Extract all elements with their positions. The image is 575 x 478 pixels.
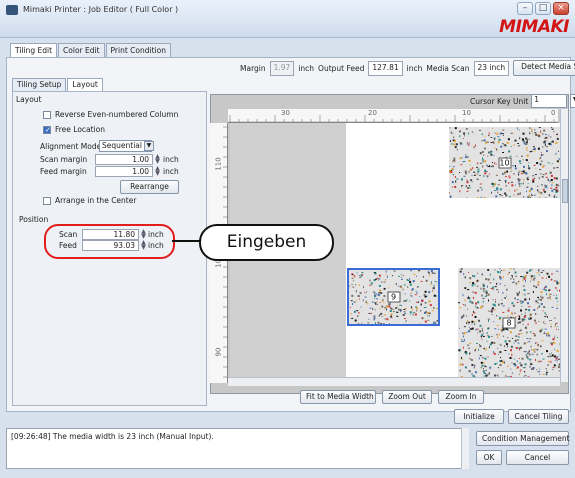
scan-margin-input[interactable]: 1.00 <box>95 154 153 165</box>
alignment-mode-select[interactable]: Sequential ▼ <box>99 140 154 152</box>
status-log-scrollbar[interactable] <box>461 428 469 469</box>
ruler-top-label: 30 <box>281 109 290 117</box>
printer-app-icon <box>6 5 18 15</box>
cancel-tiling-button[interactable]: Cancel Tiling <box>508 409 569 424</box>
feed-margin-label: Feed margin <box>40 167 87 176</box>
fit-to-media-width-button[interactable]: Fit to Media Width <box>300 390 376 404</box>
status-message: [09:26:48] The media width is 23 inch (M… <box>11 432 214 441</box>
alignment-mode-label: Alignment Mode <box>40 142 102 151</box>
zoom-out-button[interactable]: Zoom Out <box>382 390 432 404</box>
cursor-key-dropdown[interactable]: ▼ <box>570 94 575 108</box>
tab-color-edit[interactable]: Color Edit <box>58 43 105 58</box>
cancel-button[interactable]: Cancel <box>506 450 569 465</box>
tile-number: 9 <box>387 291 400 303</box>
reverse-even-checkbox[interactable] <box>43 111 51 119</box>
reverse-even-label: Reverse Even-numbered Column <box>55 110 179 119</box>
preview-horizontal-scrollbar[interactable] <box>228 377 560 386</box>
media-scan-label: Media Scan <box>426 63 470 73</box>
media-info-row: Margin 1.97 inch Output Feed 127.81 inch… <box>240 60 575 76</box>
position-group-title: Position <box>19 215 49 224</box>
free-location-label: Free Location <box>55 125 106 134</box>
margin-unit: inch <box>298 63 315 73</box>
minimize-button[interactable]: – <box>517 2 533 15</box>
layout-group-title: Layout <box>16 95 42 104</box>
feed-margin-stepper[interactable]: ▲ ▼ <box>154 166 161 177</box>
ruler-left-label: 90 <box>214 347 223 357</box>
tile-number: 10 <box>498 157 511 168</box>
margin-field: 1.97 <box>269 60 295 76</box>
scan-margin-stepper[interactable]: ▲ ▼ <box>154 154 161 165</box>
media-scan-field[interactable]: 23 inch <box>473 60 510 76</box>
margin-label: Margin <box>240 63 266 73</box>
zoom-in-button[interactable]: Zoom In <box>438 390 484 404</box>
ok-button[interactable]: OK <box>476 450 502 465</box>
tab-print-condition[interactable]: Print Condition <box>105 43 171 58</box>
scan-margin-unit: inch <box>163 155 179 164</box>
scrollbar-thumb[interactable] <box>562 179 568 203</box>
ruler-top-label: 0 <box>551 109 556 117</box>
output-feed-label: Output Feed <box>318 63 365 73</box>
free-location-checkbox[interactable] <box>43 126 51 134</box>
preview-vertical-scrollbar[interactable] <box>560 109 568 382</box>
tile-10[interactable]: 10 <box>449 127 560 198</box>
output-feed-field[interactable]: 127.81 <box>368 60 403 76</box>
arrange-center-checkbox[interactable] <box>43 197 51 205</box>
tile-number: 8 <box>502 317 516 329</box>
tile-8[interactable]: 8 <box>458 268 560 378</box>
main-tabs: Tiling Edit Color Edit Print Condition <box>10 43 171 59</box>
callout-bubble: Eingeben <box>199 224 334 261</box>
close-button[interactable]: × <box>553 2 569 15</box>
sub-tabs: Tiling Setup Layout <box>12 78 103 92</box>
tile-9[interactable]: 9 <box>347 268 440 326</box>
ruler-top-label: 10 <box>462 109 471 117</box>
alignment-mode-value: Sequential <box>102 141 142 150</box>
ruler-top-label: 20 <box>368 109 377 117</box>
arrange-center-label: Arrange in the Center <box>55 196 137 205</box>
scan-margin-label: Scan margin <box>40 155 88 164</box>
feed-margin-input[interactable]: 1.00 <box>95 166 153 177</box>
rearrange-button[interactable]: Rearrange <box>120 180 179 194</box>
tab-layout[interactable]: Layout <box>67 78 103 92</box>
cursor-key-row: Cursor Key Unit 1 ▼ inch <box>470 94 575 108</box>
ruler-top-ticks <box>228 115 558 123</box>
output-feed-unit: inch <box>406 63 423 73</box>
feed-margin-unit: inch <box>163 167 179 176</box>
window-title: Mimaki Printer : Job Editor ( Full Color… <box>23 5 179 14</box>
input-highlight-ring <box>44 224 175 259</box>
cursor-key-label: Cursor Key Unit <box>470 96 529 106</box>
condition-management-button[interactable]: Condition Management <box>476 431 570 446</box>
ruler-left-label: 110 <box>214 157 223 171</box>
cursor-key-select[interactable]: 1 <box>531 94 568 108</box>
initialize-button[interactable]: Initialize <box>454 409 504 424</box>
detect-media-size-button[interactable]: Detect Media Size <box>513 60 575 76</box>
cursor-key-value: 1 <box>534 95 540 104</box>
tab-tiling-setup[interactable]: Tiling Setup <box>12 78 67 91</box>
mimaki-logo: MIMAKI <box>499 17 569 37</box>
callout-pointer <box>172 240 201 242</box>
chevron-down-icon: ▼ <box>143 141 154 151</box>
status-log: [09:26:48] The media width is 23 inch (M… <box>6 428 469 469</box>
maximize-button[interactable]: □ <box>535 2 551 15</box>
